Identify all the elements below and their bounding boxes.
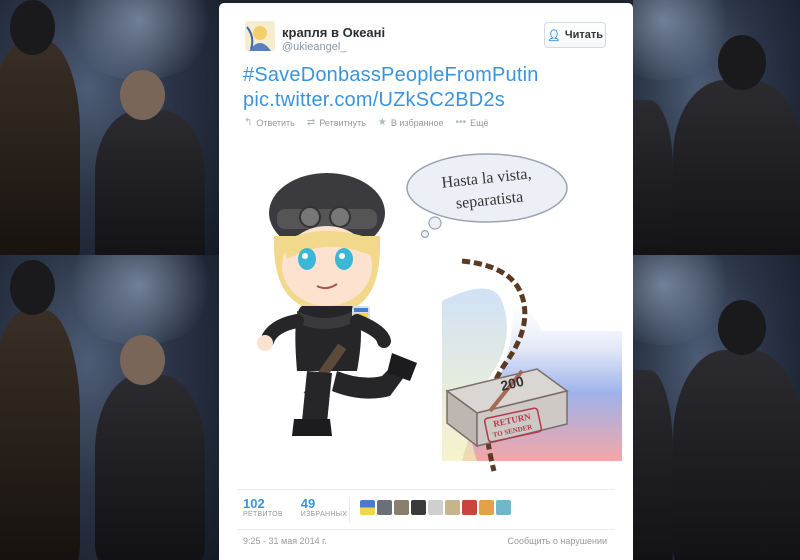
tweet-text: #SaveDonbassPeopleFromPutin pic.twitter.… — [243, 63, 623, 113]
tweet-timestamp[interactable]: 9:25 - 31 мая 2014 г. — [243, 536, 327, 546]
avatar[interactable] — [462, 500, 477, 515]
retweet-icon: ⇄ — [306, 117, 316, 128]
divider — [237, 529, 615, 530]
favorite-count[interactable]: 49 ИЗБРАННЫХ — [300, 496, 348, 519]
avatar[interactable] — [428, 500, 443, 515]
report-link[interactable]: Сообщить о нарушении — [507, 536, 607, 546]
favoriter-avatars — [360, 500, 511, 515]
avatar[interactable] — [411, 500, 426, 515]
background-tile — [0, 255, 219, 560]
reply-action[interactable]: ↰ Ответить — [244, 117, 295, 128]
more-label: Ещё — [470, 117, 489, 128]
stats-separator — [349, 497, 350, 523]
reply-icon: ↰ — [244, 117, 253, 128]
reply-label: Ответить — [256, 117, 295, 128]
favorite-count-label: ИЗБРАННЫХ — [300, 511, 348, 518]
user-handle[interactable]: @ukieangel_ — [282, 41, 346, 53]
ellipsis-icon: ••• — [455, 117, 467, 128]
more-action[interactable]: ••• Ещё — [456, 117, 489, 128]
follow-button[interactable]: 👤︎ Читать — [544, 22, 606, 48]
star-icon: ★ — [377, 117, 387, 128]
avatar[interactable] — [245, 21, 275, 51]
avatar[interactable] — [479, 500, 494, 515]
background-tile — [633, 0, 800, 255]
retweet-count[interactable]: 102 РЕТВИТОВ — [243, 496, 283, 519]
avatar[interactable] — [377, 500, 392, 515]
avatar[interactable] — [394, 500, 409, 515]
user-name[interactable]: крапля в Океані — [282, 25, 385, 40]
tweet-actions: ↰ Ответить ⇄ Ретвитнуть ★ В избранное ••… — [244, 117, 489, 128]
hashtag-link[interactable]: #SaveDonbassPeopleFromPutin — [243, 63, 623, 88]
retweet-count-label: РЕТВИТОВ — [243, 511, 283, 518]
favorite-action[interactable]: ★ В избранное — [378, 117, 444, 128]
divider — [237, 489, 615, 490]
avatar[interactable] — [445, 500, 460, 515]
tweet-stats: 102 РЕТВИТОВ 49 ИЗБРАННЫХ — [243, 496, 348, 519]
avatar[interactable] — [496, 500, 511, 515]
media-link[interactable]: pic.twitter.com/UZkSC2BD2s — [243, 88, 623, 113]
avatar[interactable] — [360, 500, 375, 515]
retweet-label: Ретвитнуть — [319, 117, 366, 128]
background-tile — [633, 255, 800, 560]
favorite-count-value: 49 — [300, 496, 316, 511]
add-user-icon: 👤︎ — [546, 29, 561, 42]
tweet-image[interactable]: Hasta la vista, separatista 200 RETURN T… — [232, 141, 622, 481]
cartoon-illustration: Hasta la vista, separatista 200 RETURN T… — [257, 153, 622, 472]
background-tile — [0, 0, 219, 255]
retweet-action[interactable]: ⇄ Ретвитнуть — [307, 117, 366, 128]
follow-button-label: Читать — [564, 29, 604, 41]
retweet-count-value: 102 — [243, 496, 265, 511]
tweet-card: крапля в Океані @ukieangel_ 👤︎ Читать #S… — [219, 3, 633, 560]
favorite-label: В избранное — [390, 117, 444, 128]
